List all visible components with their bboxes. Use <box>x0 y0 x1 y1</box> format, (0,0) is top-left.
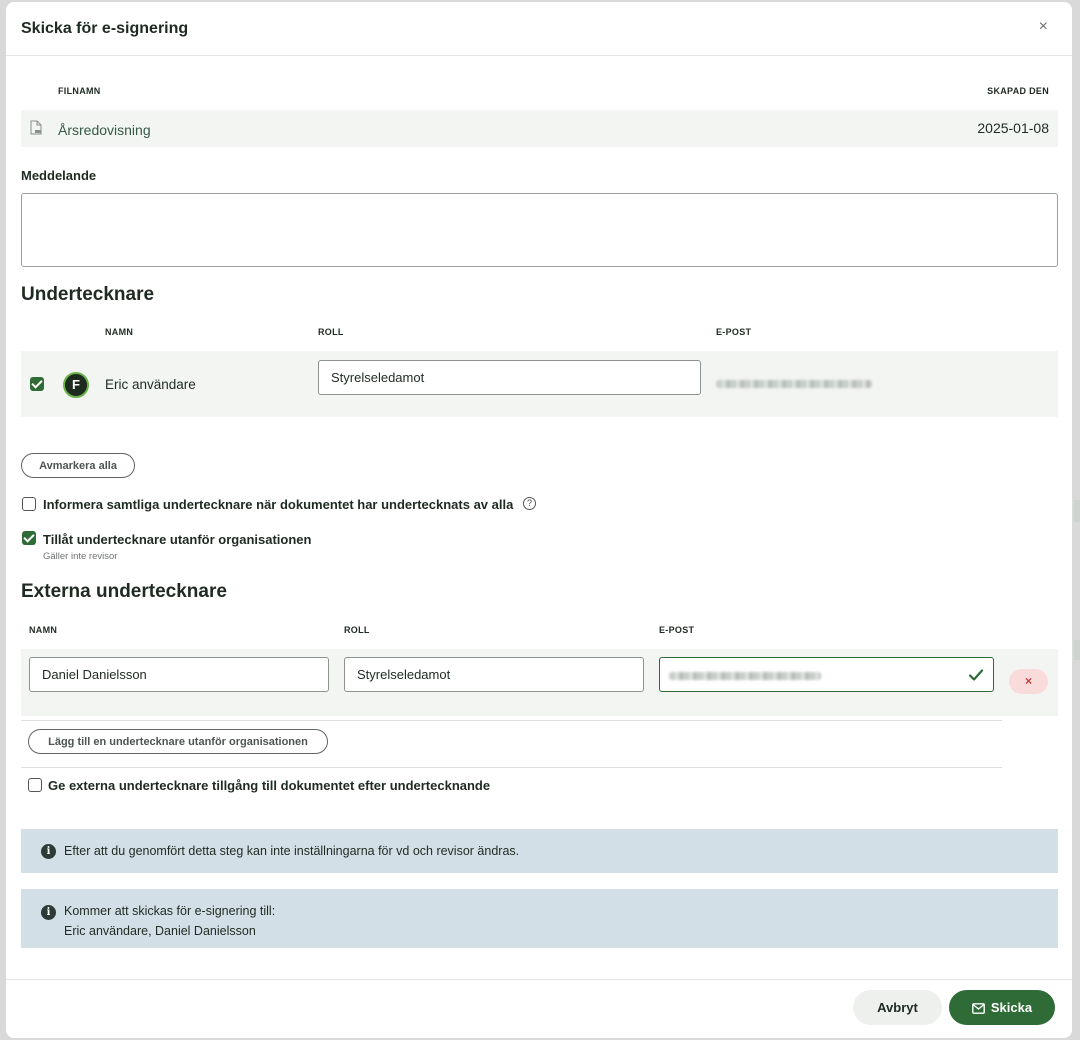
external-role-input[interactable] <box>344 657 644 692</box>
divider <box>21 720 1002 721</box>
dialog-title: Skicka för e-signering <box>21 20 189 37</box>
background-edge <box>1074 500 1080 522</box>
avatar: F <box>63 372 89 398</box>
pdf-file-icon <box>30 120 42 135</box>
deselect-all-button[interactable]: Avmarkera alla <box>21 453 135 478</box>
external-heading: Externa undertecknare <box>21 581 227 602</box>
cancel-label: Avbryt <box>877 1000 918 1015</box>
allow-external-hint: Gäller inte revisor <box>43 551 118 562</box>
col-email: E-POST <box>716 327 752 337</box>
file-name[interactable]: Årsredovisning <box>58 122 151 138</box>
file-row <box>21 110 1058 147</box>
col-name: NAMN <box>105 327 134 337</box>
allow-external-checkbox[interactable] <box>22 531 36 545</box>
cancel-button[interactable]: Avbryt <box>853 990 942 1025</box>
dialog-header: Skicka för e-signering × <box>6 2 1072 56</box>
info-text: Kommer att skickas för e-signering till: <box>64 904 276 918</box>
esign-dialog: Skicka för e-signering × FILNAMN SKAPAD … <box>6 2 1072 1038</box>
info-text: Efter att du genomfört detta steg kan in… <box>64 844 520 858</box>
info-icon: i <box>41 844 56 859</box>
info-box-recipients: i Kommer att skickas för e-signering til… <box>21 889 1058 948</box>
give-access-label: Ge externa undertecknare tillgång till d… <box>48 778 491 793</box>
col-created: SKAPAD DEN <box>987 86 1049 96</box>
inform-all-label: Informera samtliga undertecknare när dok… <box>43 497 514 512</box>
info-icon: i <box>41 905 56 920</box>
inform-all-checkbox[interactable] <box>22 497 36 511</box>
allow-external-label: Tillåt undertecknare utanför organisatio… <box>43 532 312 547</box>
ext-col-email: E-POST <box>659 625 695 635</box>
signer-email-blurred <box>716 380 872 388</box>
info-box-settings: i Efter att du genomfört detta steg kan … <box>21 829 1058 873</box>
send-button[interactable]: Skicka <box>949 990 1055 1025</box>
ext-col-role: ROLL <box>344 625 370 635</box>
envelope-icon <box>971 1003 985 1014</box>
background-edge <box>1074 640 1080 660</box>
remove-external-button[interactable]: × <box>1009 669 1048 694</box>
message-textarea[interactable] <box>21 193 1058 267</box>
help-icon[interactable]: ? <box>523 497 536 510</box>
external-email-blurred <box>669 672 821 680</box>
divider <box>21 767 1002 768</box>
signer-checkbox[interactable] <box>30 377 44 391</box>
file-created-date: 2025-01-08 <box>977 120 1049 136</box>
close-icon[interactable]: × <box>1039 18 1048 36</box>
message-label: Meddelande <box>21 168 97 183</box>
give-access-checkbox[interactable] <box>28 778 42 792</box>
send-label: Skicka <box>990 1000 1033 1015</box>
info-recipients: Eric användare, Daniel Danielsson <box>64 924 256 938</box>
col-filename: FILNAMN <box>58 86 101 96</box>
valid-check-icon <box>968 669 984 681</box>
signers-heading: Undertecknare <box>21 284 155 305</box>
signer-role-input[interactable] <box>318 360 701 395</box>
external-name-input[interactable] <box>29 657 329 692</box>
add-external-signer-button[interactable]: Lägg till en undertecknare utanför organ… <box>28 729 328 754</box>
col-role: ROLL <box>318 327 344 337</box>
ext-col-name: NAMN <box>29 625 58 635</box>
signer-name: Eric användare <box>105 377 196 392</box>
